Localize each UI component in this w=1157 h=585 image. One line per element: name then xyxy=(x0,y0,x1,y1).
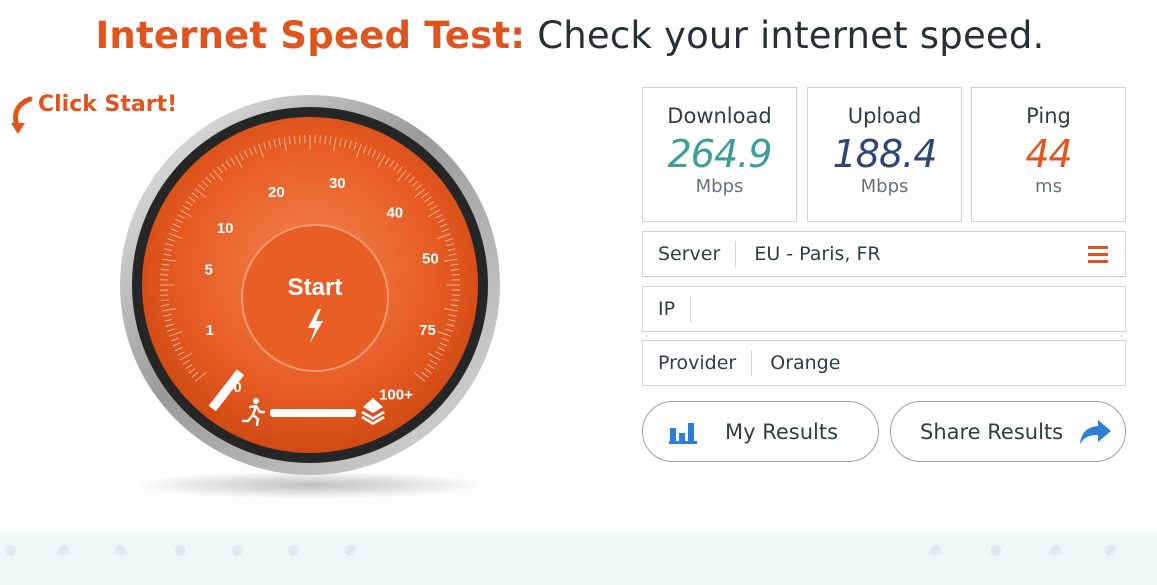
gauge-tick-label: 100+ xyxy=(379,387,413,404)
gauge-tick xyxy=(451,274,460,276)
gauge-tick-label: 1 xyxy=(206,322,214,339)
download-label: Download xyxy=(667,104,772,128)
gauge-tick xyxy=(160,294,169,296)
download-metric-card: Download 264.9 Mbps xyxy=(642,87,797,222)
server-row: Server EU - Paris, FR xyxy=(642,231,1126,277)
upload-unit: Mbps xyxy=(860,176,909,197)
download-unit: Mbps xyxy=(695,176,744,197)
ping-value: 44 xyxy=(1025,132,1072,176)
server-value: EU - Paris, FR xyxy=(754,243,881,265)
gauge-tick-label: 5 xyxy=(205,262,213,279)
gauge-tick xyxy=(451,294,460,296)
menu-icon[interactable] xyxy=(1085,241,1111,267)
start-button-label[interactable]: Start xyxy=(288,274,343,301)
curved-arrow-down-icon xyxy=(11,96,33,134)
provider-label: Provider xyxy=(643,350,753,376)
gauge-shadow xyxy=(130,471,490,499)
gauge-tick xyxy=(319,135,321,144)
speed-gauge: Start 0 1 5 10 20 30 40 50 75 100+ xyxy=(110,85,510,505)
page-title: Internet Speed Test: Check your internet… xyxy=(0,14,1140,57)
ping-metric-card: Ping 44 ms xyxy=(971,87,1126,222)
upload-metric-card: Upload 188.4 Mbps xyxy=(807,87,962,222)
gauge-tick-label: 40 xyxy=(386,204,403,221)
bar-chart-icon xyxy=(669,422,697,444)
ping-unit: ms xyxy=(1035,176,1062,197)
provider-row: Provider Orange xyxy=(642,340,1126,386)
ping-label: Ping xyxy=(1026,104,1071,128)
page-title-rest: Check your internet speed. xyxy=(537,14,1045,57)
upload-value: 188.4 xyxy=(832,132,938,176)
gauge-progress-bar xyxy=(270,409,356,417)
share-results-button[interactable]: Share Results xyxy=(890,401,1126,462)
upload-label: Upload xyxy=(847,104,922,128)
gauge-tick-label: 30 xyxy=(329,175,346,192)
gauge-tick-label: 20 xyxy=(268,184,285,201)
footer-band xyxy=(0,532,1157,585)
my-results-button[interactable]: My Results xyxy=(642,401,879,462)
provider-value: Orange xyxy=(770,352,841,374)
gauge-tick xyxy=(160,274,169,276)
ip-row: IP xyxy=(642,286,1126,332)
my-results-label: My Results xyxy=(725,419,839,444)
gauge-tick-label: 50 xyxy=(422,250,439,267)
gauge-tick xyxy=(299,135,301,144)
download-value: 264.9 xyxy=(667,132,773,176)
ip-label: IP xyxy=(643,296,692,322)
gauge-tick-label: 75 xyxy=(419,322,436,339)
gauge-tick-label: 10 xyxy=(217,220,234,237)
server-label: Server xyxy=(643,241,737,267)
share-results-label: Share Results xyxy=(920,419,1064,444)
page-title-accent: Internet Speed Test: xyxy=(95,14,526,57)
share-arrow-icon xyxy=(1080,419,1112,444)
